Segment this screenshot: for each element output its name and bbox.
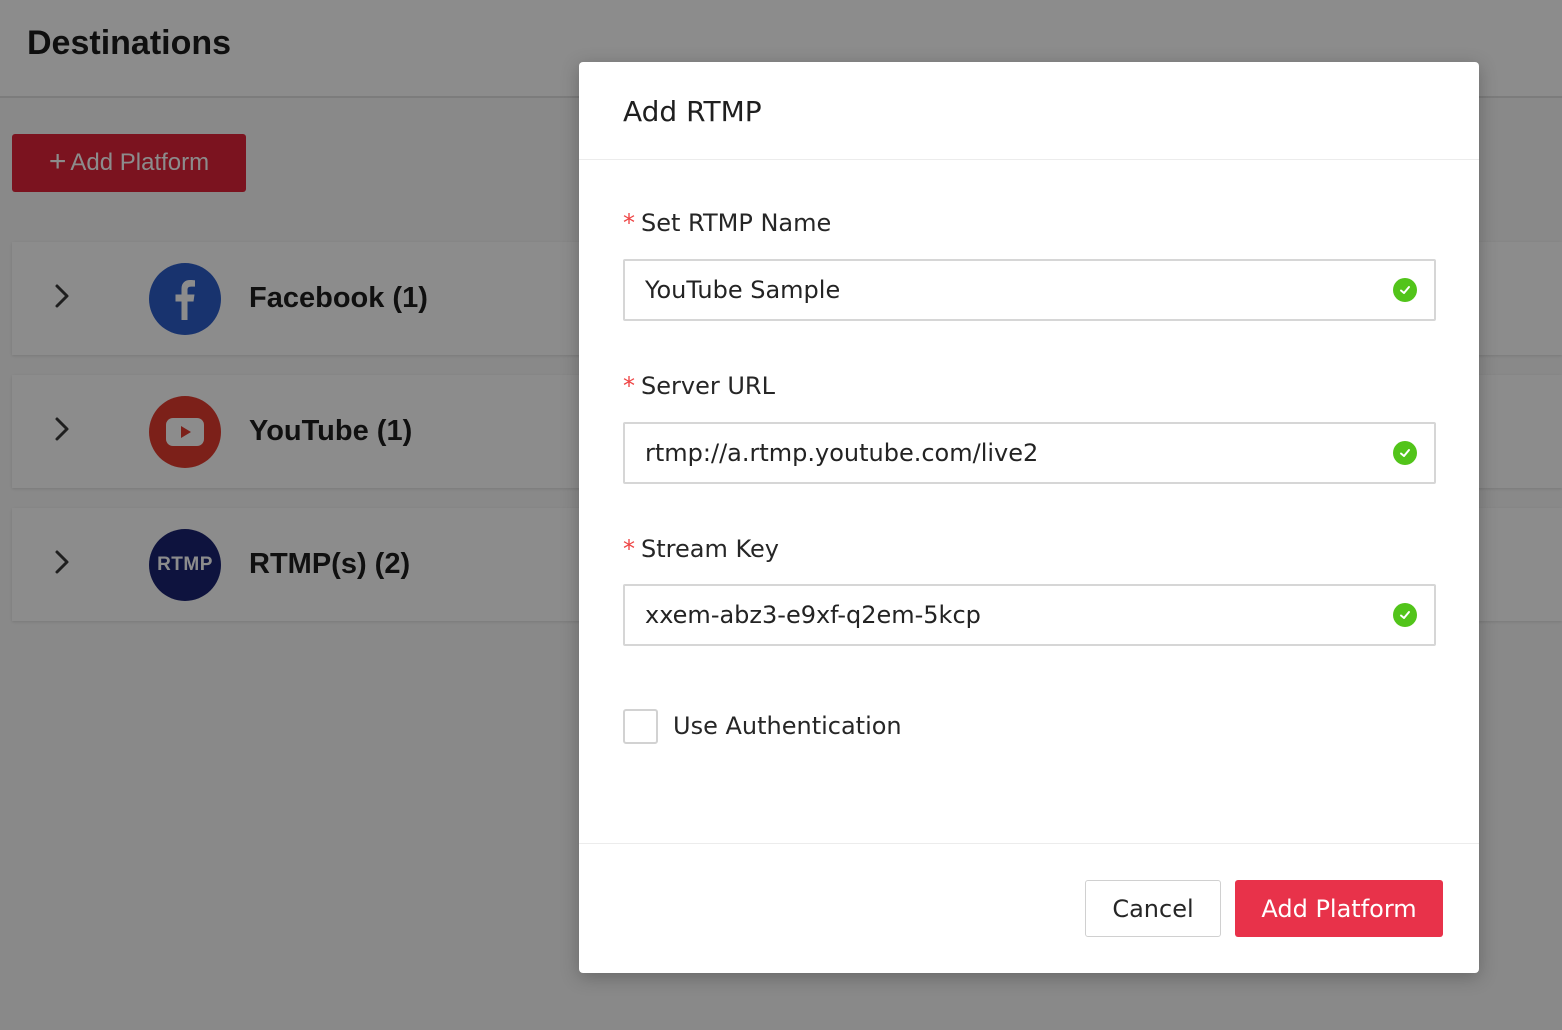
rtmp-name-input[interactable] <box>625 261 1385 319</box>
server-url-input[interactable] <box>625 424 1385 482</box>
check-circle-icon <box>1393 441 1417 465</box>
stream-key-input[interactable] <box>625 586 1385 644</box>
check-circle-icon <box>1393 603 1417 627</box>
modal-footer-divider <box>579 843 1479 844</box>
rtmp-name-label-text: Set RTMP Name <box>641 209 832 237</box>
required-asterisk: * <box>623 535 635 563</box>
check-circle-icon <box>1393 278 1417 302</box>
server-url-field[interactable] <box>623 422 1436 484</box>
server-url-label: * Server URL <box>623 372 775 400</box>
rtmp-name-field[interactable] <box>623 259 1436 321</box>
stream-key-label: * Stream Key <box>623 535 779 563</box>
rtmp-name-label: * Set RTMP Name <box>623 209 831 237</box>
required-asterisk: * <box>623 372 635 400</box>
add-rtmp-modal: Add RTMP *Set RTMP Name *Server URL *Str… <box>579 62 1479 973</box>
use-authentication-checkbox[interactable] <box>623 709 658 744</box>
modal-title: Add RTMP <box>623 95 762 128</box>
server-url-label-text: Server URL <box>641 372 775 400</box>
stream-key-field[interactable] <box>623 584 1436 646</box>
use-authentication-label[interactable]: Use Authentication <box>673 712 902 740</box>
cancel-button[interactable]: Cancel <box>1085 880 1221 937</box>
add-platform-submit-button[interactable]: Add Platform <box>1235 880 1443 937</box>
modal-header: Add RTMP <box>579 62 1479 160</box>
required-asterisk: * <box>623 209 635 237</box>
stream-key-label-text: Stream Key <box>641 535 779 563</box>
